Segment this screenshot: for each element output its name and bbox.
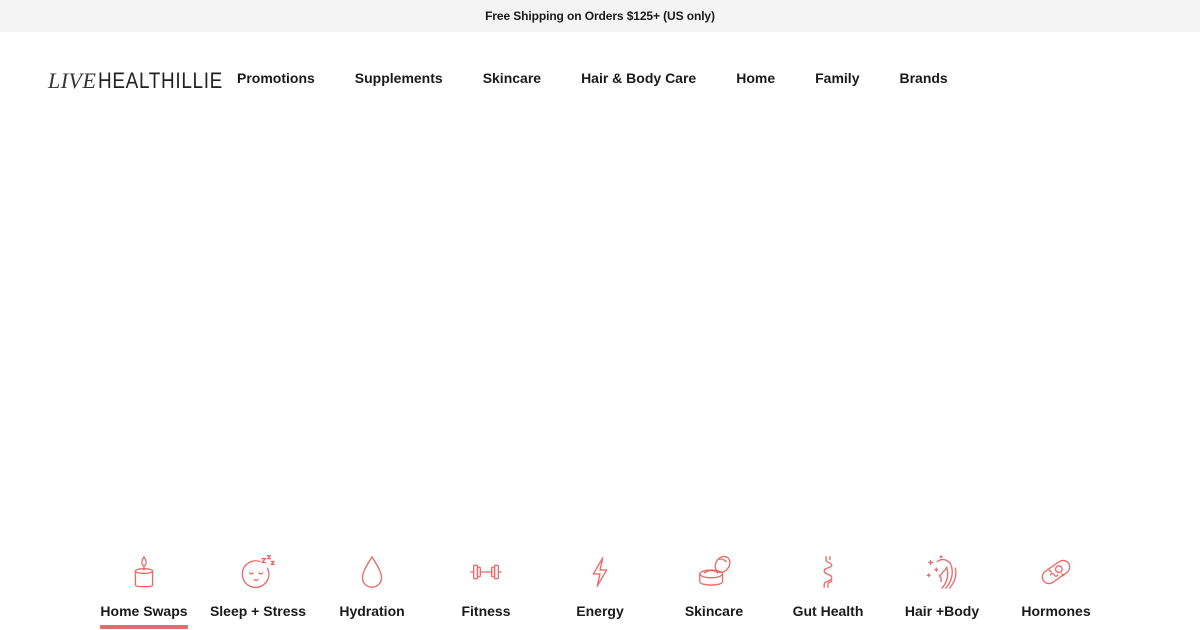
announcement-text: Free Shipping on Orders $125+ (US only) bbox=[485, 9, 715, 23]
active-tab-indicator bbox=[100, 625, 188, 629]
category-label: Gut Health bbox=[792, 603, 864, 619]
category-label: Hydration bbox=[339, 603, 405, 619]
category-tab-home-swaps[interactable]: Home Swaps bbox=[87, 552, 201, 630]
nav-item-promotions[interactable]: Promotions bbox=[237, 70, 315, 86]
intestine-icon bbox=[808, 552, 848, 592]
hair-profile-icon bbox=[922, 552, 962, 592]
nav-item-home[interactable]: Home bbox=[736, 70, 775, 86]
category-label: Sleep + Stress bbox=[209, 603, 307, 619]
main-nav: Promotions Supplements Skincare Hair & B… bbox=[237, 70, 988, 86]
category-tab-gut-health[interactable]: Gut Health bbox=[771, 552, 885, 630]
category-label: Hormones bbox=[1021, 603, 1091, 619]
category-tab-energy[interactable]: Energy bbox=[543, 552, 657, 630]
category-label: Fitness bbox=[461, 603, 511, 619]
announcement-bar: Free Shipping on Orders $125+ (US only) bbox=[0, 0, 1200, 32]
category-label: Energy bbox=[576, 603, 624, 619]
nav-item-hair-body-care[interactable]: Hair & Body Care bbox=[581, 70, 696, 86]
nav-item-brands[interactable]: Brands bbox=[899, 70, 947, 86]
sleepy-face-icon bbox=[238, 552, 278, 592]
nav-item-family[interactable]: Family bbox=[815, 70, 859, 86]
category-tab-hair-body[interactable]: Hair +Body bbox=[885, 552, 999, 630]
category-label: Home Swaps bbox=[100, 603, 188, 619]
category-tabs: Home Swaps Sleep + Stress Hydration Fitn… bbox=[87, 552, 1113, 630]
dumbbell-icon bbox=[466, 552, 506, 592]
category-tab-skincare[interactable]: Skincare bbox=[657, 552, 771, 630]
logo-brand-text: HEALTHILLIE bbox=[98, 68, 224, 93]
category-tab-sleep-stress[interactable]: Sleep + Stress bbox=[201, 552, 315, 630]
logo-live-text: LIVE bbox=[48, 68, 97, 93]
category-tab-fitness[interactable]: Fitness bbox=[429, 552, 543, 630]
category-label: Hair +Body bbox=[904, 603, 980, 619]
candle-icon bbox=[124, 552, 164, 592]
site-logo[interactable]: LIVE HEALTHILLIE bbox=[48, 68, 244, 94]
lightning-icon bbox=[580, 552, 620, 592]
category-tab-hydration[interactable]: Hydration bbox=[315, 552, 429, 630]
category-tab-hormones[interactable]: Hormones bbox=[999, 552, 1113, 630]
cream-jar-icon bbox=[694, 552, 734, 592]
nav-item-skincare[interactable]: Skincare bbox=[483, 70, 541, 86]
hormone-patch-icon bbox=[1036, 552, 1076, 592]
category-label: Skincare bbox=[684, 603, 744, 619]
site-header: LIVE HEALTHILLIE Promotions Supplements … bbox=[0, 32, 1200, 128]
water-drop-icon bbox=[352, 552, 392, 592]
nav-item-supplements[interactable]: Supplements bbox=[355, 70, 443, 86]
